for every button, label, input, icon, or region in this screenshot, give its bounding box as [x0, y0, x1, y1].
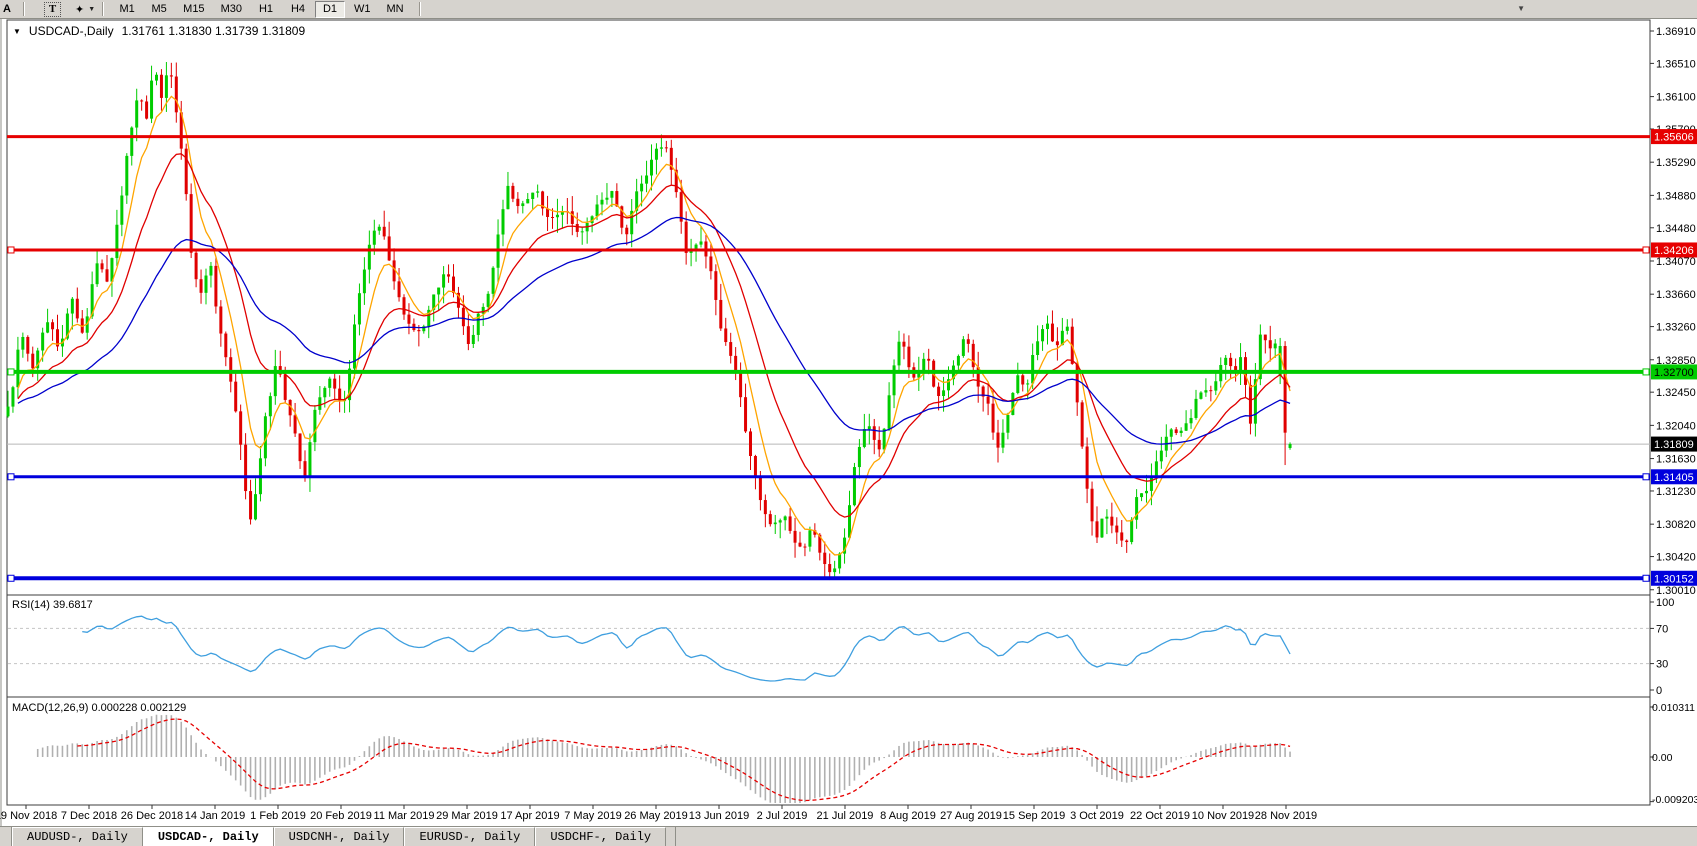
rsi-tick-label: 70: [1656, 623, 1668, 635]
toolbar: A T ✦▼ M1 M5 M15 M30 H1 H4 D1 W1 MN ▼: [0, 0, 1697, 19]
hline-handle[interactable]: [8, 474, 14, 480]
text-tool-icon[interactable]: T: [44, 2, 61, 17]
chart-title: ▼ USDCAD-,Daily 1.31761 1.31830 1.31739 …: [13, 24, 305, 38]
macd-tick-label: -0.009203: [1652, 794, 1697, 806]
price-badge-label: 1.34206: [1654, 245, 1694, 257]
date-label: 22 Oct 2019: [1130, 810, 1190, 822]
hline-handle[interactable]: [1643, 247, 1649, 253]
price-badge-label: 1.31405: [1654, 472, 1694, 484]
chart-title-quotes: 1.31761 1.31830 1.31739 1.31809: [122, 24, 306, 38]
hline-handle[interactable]: [8, 575, 14, 581]
timeframe-m30-button[interactable]: M30: [214, 1, 249, 18]
tabs-filler: [666, 827, 676, 846]
price-tick-label: 1.33260: [1656, 322, 1696, 334]
date-label: 3 Oct 2019: [1070, 810, 1124, 822]
price-tick-label: 1.32450: [1656, 387, 1696, 399]
price-tick-label: 1.32040: [1656, 420, 1696, 432]
date-label: 19 Nov 2018: [0, 810, 57, 822]
toolbar-separator: [23, 2, 25, 16]
timeframe-d1-button[interactable]: D1: [315, 1, 345, 18]
date-label: 26 Dec 2018: [121, 810, 183, 822]
timeframe-w1-button[interactable]: W1: [347, 1, 378, 18]
timeframe-h1-button[interactable]: H1: [251, 1, 281, 18]
hline-handle[interactable]: [8, 247, 14, 253]
chart-title-symbol: USDCAD-,Daily: [29, 24, 114, 38]
date-label: 14 Jan 2019: [185, 810, 246, 822]
timeframe-m5-button[interactable]: M5: [144, 1, 174, 18]
hline-handle[interactable]: [1643, 474, 1649, 480]
price-tick-label: 1.36910: [1656, 26, 1696, 38]
chart-canvas[interactable]: 1.369101.365101.361001.357001.352901.348…: [0, 0, 1697, 846]
date-axis: 19 Nov 2018 7 Dec 2018 26 Dec 201814 Jan 2…: [0, 805, 1317, 822]
toolbar-separator: [102, 2, 104, 16]
date-label: 7 May 2019: [564, 810, 621, 822]
hline-handle[interactable]: [8, 369, 14, 375]
price-badge-label: 1.32700: [1654, 367, 1694, 379]
price-badge-label: 1.31809: [1654, 439, 1694, 451]
date-label: 21 Jul 2019: [817, 810, 874, 822]
price-tick-label: 1.30010: [1656, 585, 1696, 597]
date-label: 13 Jun 2019: [689, 810, 750, 822]
tabs-notch: [0, 827, 12, 846]
macd-label: MACD(12,26,9) 0.000228 0.002129: [12, 702, 186, 714]
toolbar-overflow-icon[interactable]: ▼: [1517, 4, 1525, 13]
price-tick-label: 1.33660: [1656, 289, 1696, 301]
timeframe-m15-button[interactable]: M15: [176, 1, 211, 18]
price-tick-label: 1.30820: [1656, 519, 1696, 531]
date-label: 29 Mar 2019: [436, 810, 498, 822]
price-tick-label: 1.35290: [1656, 157, 1696, 169]
date-label: 20 Feb 2019: [310, 810, 372, 822]
tab-audusd[interactable]: AUDUSD-, Daily: [12, 827, 143, 846]
hline-handle[interactable]: [1643, 369, 1649, 375]
chart-tabs-bar: AUDUSD-, Daily USDCAD-, Daily USDCNH-, D…: [0, 826, 1697, 846]
price-tick-label: 1.36100: [1656, 92, 1696, 104]
date-label: 27 Aug 2019: [940, 810, 1002, 822]
tab-usdchf[interactable]: USDCHF-, Daily: [535, 827, 666, 846]
rsi-tick-label: 100: [1656, 597, 1674, 609]
toolbar-separator: [419, 2, 421, 16]
rsi-tick-label: 30: [1656, 659, 1668, 671]
collapse-triangle-icon[interactable]: ▼: [13, 27, 21, 36]
date-label: 7 Dec 2018: [61, 810, 117, 822]
date-label: 17 Apr 2019: [500, 810, 559, 822]
price-tick-label: 1.36510: [1656, 58, 1696, 70]
date-label: 28 Nov 2019: [1255, 810, 1317, 822]
timeframe-m1-button[interactable]: M1: [112, 1, 142, 18]
price-tick-label: 1.34480: [1656, 223, 1696, 235]
price-tick-label: 1.34880: [1656, 190, 1696, 202]
cursor-tool-icon[interactable]: ✦▼: [75, 3, 95, 16]
macd-tick-label: 0.010311: [1652, 702, 1695, 714]
date-label: 26 May 2019: [624, 810, 688, 822]
tab-usdcnh[interactable]: USDCNH-, Daily: [274, 827, 405, 846]
date-label: 8 Aug 2019: [880, 810, 936, 822]
macd-tick-label: 0.00: [1652, 752, 1673, 764]
price-badge-label: 1.35606: [1654, 132, 1694, 144]
date-label: 11 Mar 2019: [374, 810, 435, 822]
price-tick-label: 1.34070: [1656, 256, 1696, 268]
tab-usdcad[interactable]: USDCAD-, Daily: [143, 827, 274, 846]
price-badge-label: 1.30152: [1654, 573, 1694, 585]
hline-handle[interactable]: [1643, 575, 1649, 581]
rsi-label: RSI(14) 39.6817: [12, 599, 93, 611]
tab-eurusd[interactable]: EURUSD-, Daily: [404, 827, 535, 846]
chevron-down-icon: ▼: [88, 6, 95, 13]
date-label: 10 Nov 2019: [1192, 810, 1254, 822]
price-tick-label: 1.30420: [1656, 552, 1696, 564]
price-axis: 1.369101.365101.361001.357001.352901.348…: [1650, 26, 1696, 597]
arrow-tool-icon[interactable]: A: [0, 3, 16, 15]
date-label: 15 Sep 2019: [1003, 810, 1065, 822]
rsi-tick-label: 0: [1656, 685, 1662, 697]
date-label: 1 Feb 2019: [250, 810, 306, 822]
price-tick-label: 1.31630: [1656, 454, 1696, 466]
price-tick-label: 1.31230: [1656, 486, 1696, 498]
timeframe-mn-button[interactable]: MN: [379, 1, 410, 18]
date-label: 2 Jul 2019: [757, 810, 808, 822]
timeframe-h4-button[interactable]: H4: [283, 1, 313, 18]
